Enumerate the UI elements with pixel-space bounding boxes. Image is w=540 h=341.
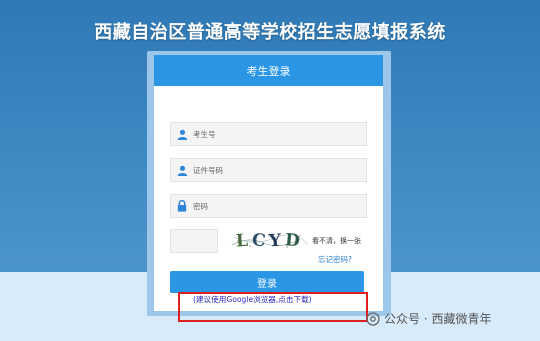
password-input[interactable] — [193, 201, 366, 211]
browser-download-link[interactable]: (建议使用Google浏览器,点击下载) — [193, 294, 312, 305]
id-number-input[interactable] — [193, 165, 366, 175]
captcha-input[interactable] — [170, 229, 218, 253]
wechat-official-account-icon — [366, 311, 380, 326]
candidate-id-input[interactable] — [193, 129, 366, 139]
candidate-id-field[interactable] — [170, 122, 367, 146]
watermark: 公众号 · 西藏微青年 — [366, 310, 491, 327]
user-icon — [171, 129, 193, 140]
id-number-field[interactable] — [170, 158, 367, 182]
captcha-char: D — [284, 230, 306, 252]
login-panel-header: 考生登录 — [154, 55, 383, 86]
captcha-char: L — [235, 230, 253, 252]
user-icon — [171, 165, 193, 176]
captcha-char: C — [250, 230, 271, 252]
captcha-refresh-link[interactable]: 看不清，换一张 — [312, 236, 361, 246]
password-field[interactable] — [170, 194, 367, 218]
login-button[interactable]: 登录 — [170, 271, 364, 293]
login-panel: 考生登录 考生号 证件号码 L C Y D 看不清，换一张 忘记密码? 登录 — [154, 55, 383, 311]
lock-icon — [171, 200, 193, 212]
forgot-password-link[interactable]: 忘记密码? — [318, 254, 352, 265]
page-title: 西藏自治区普通高等学校招生志愿填报系统 — [94, 22, 446, 43]
watermark-text: 公众号 · 西藏微青年 — [384, 312, 492, 326]
captcha-image[interactable]: L C Y D — [232, 230, 308, 252]
